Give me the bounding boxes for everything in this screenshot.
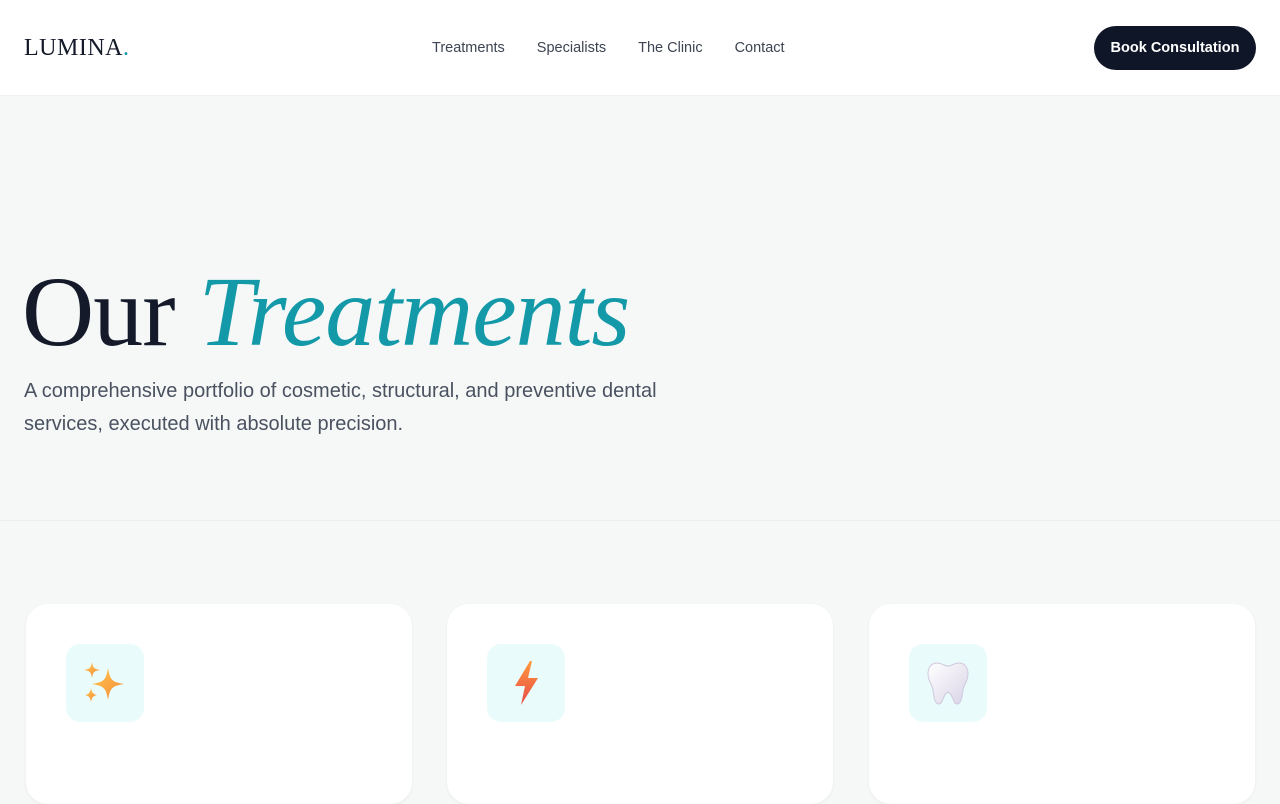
sparkles-icon [84, 662, 124, 702]
nav-link-specialists[interactable]: Specialists [537, 39, 606, 57]
treatment-card-3[interactable] [869, 604, 1255, 804]
card-icon-box [487, 644, 565, 722]
brand-logo[interactable]: LUMINA. [24, 34, 130, 62]
card-icon-box [66, 644, 144, 722]
hero-section: Our Treatments A comprehensive portfolio… [0, 97, 1280, 521]
book-consultation-button[interactable]: Book Consultation [1094, 26, 1256, 70]
treatment-card-2[interactable] [447, 604, 833, 804]
tooth-icon [927, 662, 969, 705]
treatment-cards [0, 522, 1280, 804]
nav-link-the-clinic[interactable]: The Clinic [638, 39, 702, 57]
page-title-accent: Treatments [198, 256, 631, 367]
card-icon-box [909, 644, 987, 722]
site-header: LUMINA. Treatments Specialists The Clini… [0, 0, 1280, 96]
treatment-card-1[interactable] [26, 604, 412, 804]
nav-link-contact[interactable]: Contact [735, 39, 785, 57]
lightning-icon [515, 661, 538, 705]
nav-link-treatments[interactable]: Treatments [432, 39, 505, 57]
main-nav: Treatments Specialists The Clinic Contac… [432, 39, 785, 57]
page-subtitle: A comprehensive portfolio of cosmetic, s… [24, 380, 657, 435]
brand-dot: . [123, 35, 130, 61]
page-title-plain: Our [22, 256, 176, 367]
brand-name: LUMINA [24, 35, 123, 61]
page-title: Our Treatments [22, 256, 631, 367]
